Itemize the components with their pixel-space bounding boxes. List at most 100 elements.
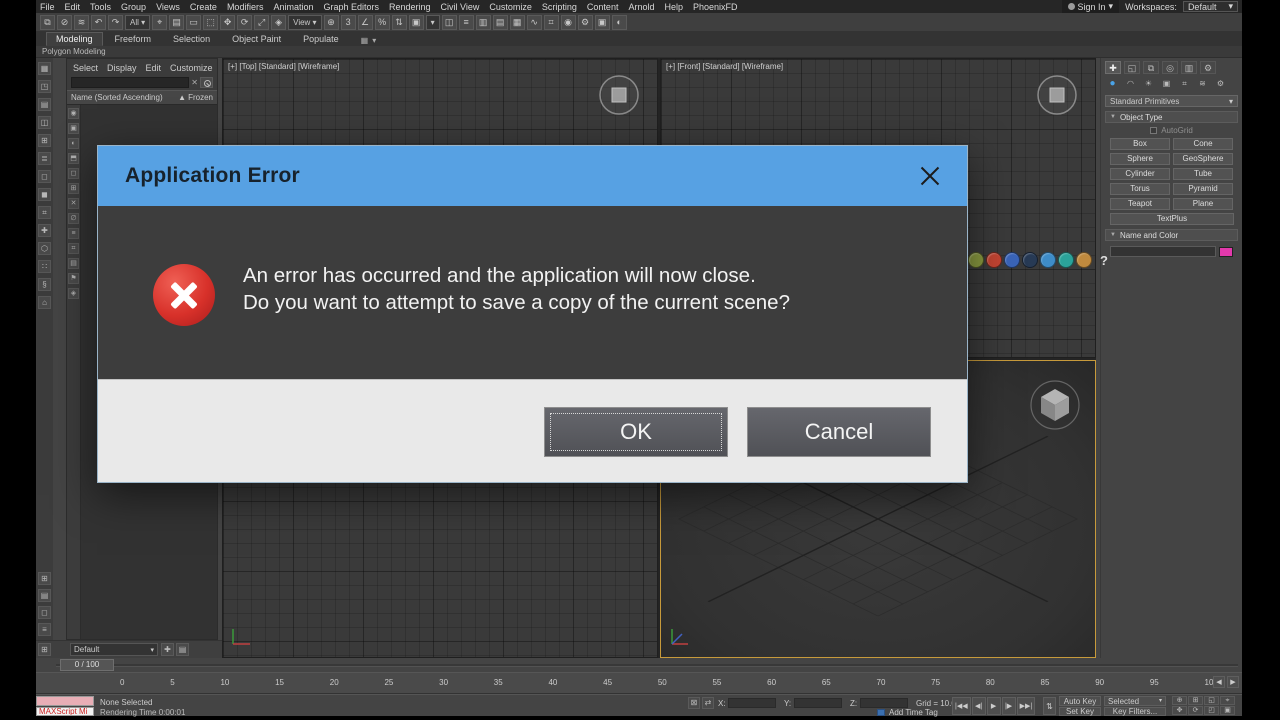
field-of-view-icon[interactable]: ◰ (1204, 706, 1219, 715)
explorer-filter-icon[interactable]: ▤ (68, 258, 79, 269)
absolute-offset-mode-icon[interactable]: ⇄ (702, 697, 714, 709)
select-and-rotate-icon[interactable]: ⟳ (237, 15, 252, 30)
menu-item[interactable]: Tools (90, 2, 111, 12)
bind-to-space-warp-icon[interactable]: ≋ (74, 15, 89, 30)
select-by-name-icon[interactable]: ▤ (169, 15, 184, 30)
select-and-place-icon[interactable]: ◈ (271, 15, 286, 30)
dock-icon[interactable]: ▤ (38, 589, 51, 602)
clear-search-icon[interactable]: ✕ (191, 78, 198, 87)
dock-icon[interactable]: ◻ (38, 606, 51, 619)
explorer-filter-icon[interactable]: ≡ (68, 228, 79, 239)
viewport-top-label[interactable]: [+] [Top] [Standard] [Wireframe] (228, 62, 339, 71)
dock-icon[interactable]: ⬡ (38, 242, 51, 255)
maxscript-listener-line[interactable]: MAXScript Mi (36, 707, 94, 716)
explorer-filter-icon[interactable]: ◐ (68, 138, 79, 149)
utilities-tab-icon[interactable]: ⚙ (1200, 61, 1216, 74)
menu-item[interactable]: Customize (489, 2, 532, 12)
motion-tab-icon[interactable]: ◎ (1162, 61, 1178, 74)
add-time-tag[interactable]: Add Time Tag (889, 708, 938, 717)
render-toolbar-icon[interactable] (986, 252, 1002, 268)
reference-coordinate-dropdown[interactable]: View ▾ (288, 15, 321, 30)
explorer-filter-icon[interactable]: ✕ (68, 198, 79, 209)
explorer-filter-icon[interactable]: ◈ (68, 288, 79, 299)
x-coordinate-field[interactable] (728, 698, 776, 708)
unlink-selection-icon[interactable]: ⊘ (57, 15, 72, 30)
ribbon-config-icon[interactable]: ▦ (361, 36, 369, 45)
snap-toggle-3d-icon[interactable]: 3 (341, 15, 356, 30)
ribbon-tab[interactable]: Freeform (105, 32, 162, 46)
explorer-filter-icon[interactable]: ▣ (68, 123, 79, 134)
dock-icon[interactable]: ◻ (38, 170, 51, 183)
explorer-filter-icon[interactable]: ⌗ (68, 243, 79, 254)
y-coordinate-field[interactable] (794, 698, 842, 708)
zoom-region-icon[interactable]: ⌖ (1220, 696, 1235, 705)
mirror-icon[interactable]: ◫ (442, 15, 457, 30)
time-slider-track[interactable] (56, 664, 1238, 667)
zoom-icon[interactable]: ⊕ (1172, 696, 1187, 705)
create-tab-icon[interactable]: ✚ (1105, 61, 1121, 74)
explorer-menu-item[interactable]: Display (107, 63, 137, 73)
edit-named-selection-sets-icon[interactable]: ▣ (409, 15, 424, 30)
sign-in-button[interactable]: Sign In ▾ (1062, 0, 1120, 13)
viewcube-icon[interactable] (1027, 377, 1083, 438)
explorer-menu-item[interactable]: Edit (146, 63, 162, 73)
primitives-dropdown[interactable]: Standard Primitives ▾ (1105, 95, 1238, 107)
percent-snap-icon[interactable]: % (375, 15, 390, 30)
autogrid-checkbox[interactable] (1150, 127, 1157, 134)
menu-item[interactable]: Content (587, 2, 619, 12)
dock-icon[interactable]: ◫ (38, 116, 51, 129)
auto-key-button[interactable]: Auto Key (1059, 696, 1101, 706)
display-tab-icon[interactable]: ▥ (1181, 61, 1197, 74)
spacewarps-category-icon[interactable]: ≋ (1195, 78, 1210, 91)
dock-icon[interactable]: § (38, 278, 51, 291)
render-toolbar-icon[interactable] (1004, 252, 1020, 268)
object-type-button[interactable]: Cylinder (1110, 168, 1170, 180)
workspaces-dropdown[interactable]: Default ▾ (1183, 1, 1238, 12)
dock-icon[interactable]: ▦ (38, 62, 51, 75)
menu-item[interactable]: File (40, 2, 55, 12)
dock-icon[interactable]: ∷ (38, 260, 51, 273)
key-step-spinner[interactable]: ⇅ (1043, 697, 1056, 715)
spinner-snap-icon[interactable]: ⇅ (392, 15, 407, 30)
menu-item[interactable]: Views (156, 2, 180, 12)
rectangular-selection-region-icon[interactable]: ▭ (186, 15, 201, 30)
next-key-icon[interactable]: ▶ (1227, 676, 1239, 688)
layer-strip-icon[interactable]: ⊞ (38, 643, 51, 656)
explorer-filter-icon[interactable]: ⬒ (68, 153, 79, 164)
explorer-filter-icon[interactable]: ∅ (68, 213, 79, 224)
select-object-icon[interactable]: ⌖ (152, 15, 167, 30)
object-type-rollout[interactable]: ▼ Object Type (1105, 111, 1238, 123)
time-slider-handle[interactable]: 0 / 100 (60, 659, 114, 671)
explorer-filter-icon[interactable]: ◻ (68, 168, 79, 179)
viewcube-gizmo[interactable] (597, 73, 641, 122)
zoom-extents-icon[interactable]: ◱ (1204, 696, 1219, 705)
object-type-button[interactable]: Box (1110, 138, 1170, 150)
menu-item[interactable]: Help (664, 2, 683, 12)
redo-icon[interactable]: ↷ (108, 15, 123, 30)
menu-item[interactable]: Graph Editors (323, 2, 379, 12)
cancel-button[interactable]: Cancel (747, 407, 931, 457)
use-pivot-center-icon[interactable]: ⊕ (324, 15, 339, 30)
render-toolbar-icon[interactable] (1058, 252, 1074, 268)
menu-item[interactable]: Scripting (542, 2, 577, 12)
object-type-button[interactable]: Sphere (1110, 153, 1170, 165)
dock-icon[interactable]: ⌗ (38, 206, 51, 219)
go-to-start-button[interactable]: |◀◀ (952, 697, 971, 715)
search-input[interactable] (71, 77, 189, 88)
selection-lock-icon[interactable]: ⊠ (688, 697, 700, 709)
menu-item[interactable]: Edit (65, 2, 81, 12)
material-editor-icon[interactable]: ◉ (561, 15, 576, 30)
object-color-swatch[interactable] (1219, 247, 1233, 257)
undo-icon[interactable]: ↶ (91, 15, 106, 30)
dock-icon[interactable]: ⊞ (38, 134, 51, 147)
schematic-view-icon[interactable]: ⌗ (544, 15, 559, 30)
object-name-field[interactable] (1110, 246, 1216, 257)
dock-icon[interactable]: ◳ (38, 80, 51, 93)
explorer-menu-item[interactable]: Select (73, 63, 98, 73)
object-type-button[interactable]: Pyramid (1173, 183, 1233, 195)
name-column-header[interactable]: Name (Sorted Ascending) (71, 93, 163, 102)
name-and-color-rollout[interactable]: ▼ Name and Color (1105, 229, 1238, 241)
explorer-menu-item[interactable]: Customize (170, 63, 213, 73)
active-layer-dropdown[interactable]: Default ▾ (70, 643, 158, 656)
toggle-scene-explorer-icon[interactable]: ▥ (476, 15, 491, 30)
